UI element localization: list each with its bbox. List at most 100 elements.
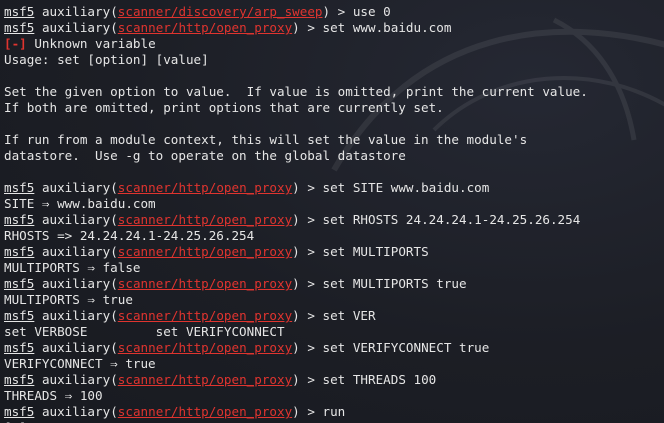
output-line: THREADS ⇒ 100 xyxy=(4,388,664,404)
prompt-module: scanner/http/open_proxy xyxy=(117,276,293,291)
prompt-arrow: ) > xyxy=(292,404,323,419)
prompt-line: msf5 auxiliary(scanner/discovery/arp_swe… xyxy=(4,4,664,20)
output-line: If both are omitted, print options that … xyxy=(4,100,664,116)
output-line: RHOSTS => 24.24.24.1-24.25.26.254 xyxy=(4,228,664,244)
prompt-user: msf5 xyxy=(4,20,35,35)
prompt-user: msf5 xyxy=(4,4,35,19)
output-line: If run from a module context, this will … xyxy=(4,132,664,148)
prompt-user: msf5 xyxy=(4,212,35,227)
prompt-user: msf5 xyxy=(4,404,35,419)
prompt-line: msf5 auxiliary(scanner/http/open_proxy) … xyxy=(4,372,664,388)
prompt-arrow: ) > xyxy=(292,276,323,291)
prompt-arrow: ) > xyxy=(292,212,323,227)
prompt-paren-open: ( xyxy=(110,212,118,227)
prompt-paren-open: ( xyxy=(110,20,118,35)
output-text: Set the given option to value. If value … xyxy=(4,84,588,99)
prompt-user: msf5 xyxy=(4,372,35,387)
output-line: datastore. Use -g to operate on the glob… xyxy=(4,148,664,164)
prompt-module: scanner/http/open_proxy xyxy=(117,308,293,323)
prompt-line: msf5 auxiliary(scanner/http/open_proxy) … xyxy=(4,308,664,324)
prompt-line: msf5 auxiliary(scanner/http/open_proxy) … xyxy=(4,340,664,356)
prompt-context: auxiliary xyxy=(41,340,111,355)
output-line: Usage: set [option] [value] xyxy=(4,52,664,68)
prompt-command: set MULTIPORTS xyxy=(322,244,429,259)
prompt-arrow: ) > xyxy=(292,340,323,355)
prompt-line: msf5 auxiliary(scanner/http/open_proxy) … xyxy=(4,212,664,228)
prompt-command: run xyxy=(322,404,346,419)
prompt-context: auxiliary xyxy=(41,180,111,195)
prompt-module: scanner/http/open_proxy xyxy=(117,244,293,259)
prompt-line: msf5 auxiliary(scanner/http/open_proxy) … xyxy=(4,20,664,36)
output-line: set VERBOSE set VERIFYCONNECT xyxy=(4,324,664,340)
output-text: MULTIPORTS ⇒ true xyxy=(4,292,133,307)
prompt-arrow: ) > xyxy=(292,20,323,35)
prompt-command: set SITE www.baidu.com xyxy=(322,180,490,195)
error-tag: [-] xyxy=(4,36,27,51)
output-line: Set the given option to value. If value … xyxy=(4,84,664,100)
prompt-arrow: ) > xyxy=(292,372,323,387)
prompt-context: auxiliary xyxy=(41,404,111,419)
prompt-arrow: ) > xyxy=(292,244,323,259)
prompt-user: msf5 xyxy=(4,244,35,259)
prompt-paren-open: ( xyxy=(110,4,118,19)
prompt-paren-open: ( xyxy=(110,244,118,259)
prompt-paren-open: ( xyxy=(110,308,118,323)
prompt-line: msf5 auxiliary(scanner/http/open_proxy) … xyxy=(4,244,664,260)
prompt-context: auxiliary xyxy=(41,20,111,35)
output-text: VERIFYCONNECT ⇒ true xyxy=(4,356,156,371)
terminal-output: msf5 auxiliary(scanner/discovery/arp_swe… xyxy=(4,4,664,423)
terminal-window[interactable]: msf5 auxiliary(scanner/discovery/arp_swe… xyxy=(0,0,664,423)
prompt-command: set MULTIPORTS true xyxy=(322,276,467,291)
prompt-module: scanner/http/open_proxy xyxy=(117,20,293,35)
output-text: SITE ⇒ www.baidu.com xyxy=(4,196,156,211)
output-text: MULTIPORTS ⇒ false xyxy=(4,260,141,275)
output-line: MULTIPORTS ⇒ false xyxy=(4,260,664,276)
prompt-module: scanner/http/open_proxy xyxy=(117,212,293,227)
output-line: VERIFYCONNECT ⇒ true xyxy=(4,356,664,372)
prompt-module: scanner/discovery/arp_sweep xyxy=(117,4,323,19)
output-text: If both are omitted, print options that … xyxy=(4,100,444,115)
prompt-context: auxiliary xyxy=(41,244,111,259)
prompt-module: scanner/http/open_proxy xyxy=(117,372,293,387)
output-text: set VERBOSE set VERIFYCONNECT xyxy=(4,324,285,339)
prompt-line: msf5 auxiliary(scanner/http/open_proxy) … xyxy=(4,180,664,196)
prompt-user: msf5 xyxy=(4,340,35,355)
prompt-paren-open: ( xyxy=(110,404,118,419)
error-line: [-] Unknown variable xyxy=(4,36,664,52)
prompt-line: msf5 auxiliary(scanner/http/open_proxy) … xyxy=(4,276,664,292)
output-line: SITE ⇒ www.baidu.com xyxy=(4,196,664,212)
prompt-context: auxiliary xyxy=(41,372,111,387)
output-text: If run from a module context, this will … xyxy=(4,132,528,147)
output-text: THREADS ⇒ 100 xyxy=(4,388,103,403)
prompt-command: set VER xyxy=(322,308,376,323)
error-text: Unknown variable xyxy=(26,36,156,51)
prompt-module: scanner/http/open_proxy xyxy=(117,180,293,195)
prompt-command: use 0 xyxy=(352,4,391,19)
output-line: MULTIPORTS ⇒ true xyxy=(4,292,664,308)
prompt-paren-open: ( xyxy=(110,340,118,355)
prompt-command: set RHOSTS 24.24.24.1-24.25.26.254 xyxy=(322,212,581,227)
output-text: Usage: set [option] [value] xyxy=(4,52,209,67)
prompt-context: auxiliary xyxy=(41,212,111,227)
prompt-user: msf5 xyxy=(4,308,35,323)
prompt-line: msf5 auxiliary(scanner/http/open_proxy) … xyxy=(4,404,664,420)
prompt-paren-open: ( xyxy=(110,180,118,195)
prompt-context: auxiliary xyxy=(41,4,111,19)
output-text: RHOSTS => 24.24.24.1-24.25.26.254 xyxy=(4,228,255,243)
prompt-module: scanner/http/open_proxy xyxy=(117,404,293,419)
prompt-user: msf5 xyxy=(4,180,35,195)
prompt-context: auxiliary xyxy=(41,308,111,323)
